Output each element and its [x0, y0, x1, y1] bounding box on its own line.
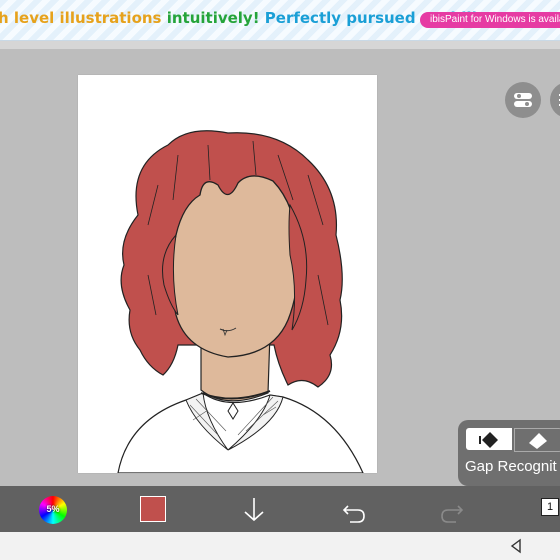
- eraser-icon: [529, 433, 547, 449]
- face: [170, 175, 299, 358]
- undo-button[interactable]: [340, 486, 368, 532]
- banner-text-2: intuitively!: [166, 9, 260, 27]
- bottom-toolbar: 5% 1: [0, 486, 560, 532]
- back-icon[interactable]: [508, 538, 524, 554]
- gap-recognition-label: Gap Recognit: [465, 458, 557, 475]
- redo-icon: [441, 505, 464, 523]
- layers-button[interactable]: 1: [541, 498, 559, 516]
- undo-icon: [342, 505, 365, 523]
- drawing-canvas[interactable]: [78, 75, 377, 473]
- toggle-settings-button[interactable]: [505, 82, 541, 118]
- download-button[interactable]: [240, 486, 268, 532]
- color-wheel-button[interactable]: 5%: [39, 496, 67, 524]
- character-illustration: [117, 130, 364, 473]
- redo-button[interactable]: [438, 486, 466, 532]
- arrow-down-icon: [244, 498, 264, 522]
- ad-banner[interactable]: h level illustrations intuitively! Perfe…: [0, 0, 560, 41]
- menu-button[interactable]: [550, 82, 560, 118]
- fill-options-panel: Gap Recognit: [458, 420, 560, 486]
- banner-text-1: h level illustrations: [0, 9, 162, 27]
- paint-bucket-icon: [479, 432, 498, 448]
- shirt: [117, 392, 364, 473]
- brush-size-label: 5%: [46, 504, 60, 514]
- system-nav-bar: [0, 532, 560, 560]
- banner-pill[interactable]: ibisPaint for Windows is availab: [420, 12, 560, 28]
- fill-bucket-button[interactable]: [466, 428, 512, 450]
- eraser-fill-button[interactable]: [514, 428, 560, 452]
- current-color-swatch[interactable]: [140, 496, 166, 522]
- banner-divider: [0, 41, 560, 49]
- toggle-icon: [514, 93, 532, 107]
